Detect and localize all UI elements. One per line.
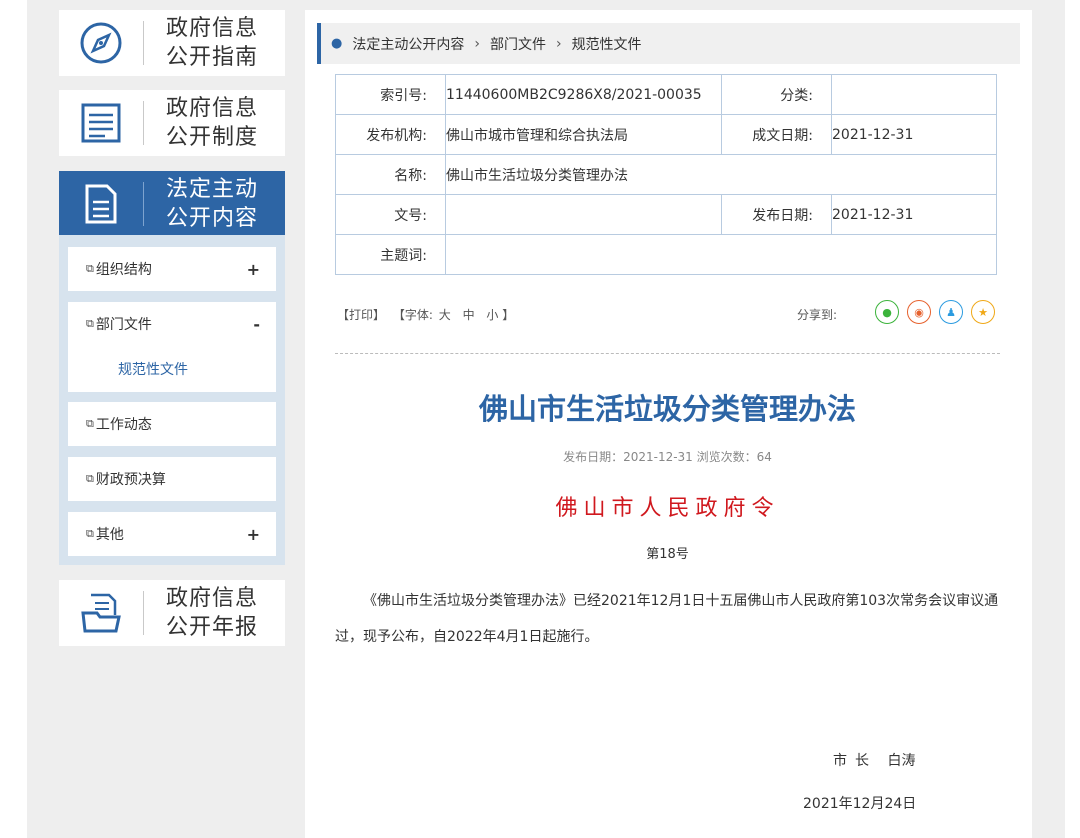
nav-card-statutory[interactable]: 法定主动 公开内容 <box>59 171 285 237</box>
font-size-bracket: 】 <box>502 308 515 322</box>
list-doc-icon <box>59 90 143 156</box>
decree-heading: 佛山市人民政府令 <box>555 496 780 521</box>
document-icon <box>59 171 143 237</box>
nav-card-line2: 公开年报 <box>166 615 259 640</box>
meta-value: 佛山市城市管理和综合执法局 <box>445 114 722 155</box>
meta-value <box>445 234 997 275</box>
meta-value <box>831 74 997 115</box>
meta-label: 分类: <box>721 74 832 115</box>
nav-card-line2: 公开指南 <box>166 45 259 70</box>
meta-label: 索引号: <box>335 74 446 115</box>
breadcrumb: ● 法定主动公开内容 › 部门文件 › 规范性文件 <box>317 23 1020 64</box>
nav-card-policy[interactable]: 政府信息 公开制度 <box>59 90 285 156</box>
article-title: 佛山市生活垃圾分类管理办法 <box>478 392 856 426</box>
submenu-label: 财政预决算 <box>95 472 166 488</box>
meta-label: 名称: <box>335 154 446 195</box>
wechat-icon[interactable]: ● <box>875 300 899 324</box>
font-small-button[interactable]: 小 <box>486 308 498 322</box>
folder-doc-icon <box>59 580 143 646</box>
article-info: 发布日期：2021-12-31 浏览次数：64 <box>563 450 772 464</box>
submenu-label: 工作动态 <box>95 417 152 433</box>
submenu-item-org[interactable]: ⧉ 组织结构 + <box>68 247 276 291</box>
copy-icon: ⧉ <box>86 472 94 485</box>
copy-icon: ⧉ <box>86 527 94 540</box>
meta-label: 主题词: <box>335 234 446 275</box>
meta-value <box>445 194 722 235</box>
nav-card-line2: 公开制度 <box>166 125 259 150</box>
meta-label: 发布日期: <box>721 194 832 235</box>
meta-value: 佛山市生活垃圾分类管理办法 <box>445 154 997 195</box>
article-body: 《佛山市生活垃圾分类管理办法》已经2021年12月1日十五届佛山市人民政府第10… <box>335 593 999 645</box>
signature-block: 市长 白涛 <box>833 750 915 770</box>
decree-number: 第18号 <box>646 547 689 562</box>
expand-icon[interactable]: + <box>247 260 260 279</box>
nav-card-line1: 法定主动 <box>166 177 259 202</box>
meta-label: 文号: <box>335 194 446 235</box>
metadata-table: 索引号: 11440600MB2C9286X8/2021-00035 分类: 发… <box>335 74 997 275</box>
location-pin-icon: ● <box>331 36 343 51</box>
qzone-icon[interactable]: ★ <box>971 300 995 324</box>
meta-value: 11440600MB2C9286X8/2021-00035 <box>445 74 722 115</box>
submenu-item-budget[interactable]: ⧉ 财政预决算 <box>68 457 276 501</box>
main-content: ● 法定主动公开内容 › 部门文件 › 规范性文件 索引号: 11440600M… <box>305 10 1032 838</box>
nav-card-line1: 政府信息 <box>166 96 259 121</box>
nav-card-guide[interactable]: 政府信息 公开指南 <box>59 10 285 76</box>
divider <box>335 353 1000 354</box>
submenu-item-work[interactable]: ⧉ 工作动态 <box>68 402 276 446</box>
meta-label: 成文日期: <box>721 114 832 155</box>
mayor-title: 市长 <box>833 753 877 769</box>
submenu-child-normative[interactable]: 规范性文件 <box>68 346 276 392</box>
nav-card-line1: 政府信息 <box>166 16 259 41</box>
font-large-button[interactable]: 大 <box>439 308 451 322</box>
font-medium-button[interactable]: 中 <box>463 308 475 322</box>
compass-icon <box>59 10 143 76</box>
submenu: ⧉ 组织结构 + ⧉ 部门文件 - 规范性文件 ⧉ 工作动态 ⧉ 财政预决算 ⧉ 其他 + <box>59 235 285 565</box>
collapse-icon[interactable]: - <box>253 315 260 334</box>
share-label: 分享到: <box>796 308 837 322</box>
submenu-item-other[interactable]: ⧉ 其他 + <box>68 512 276 556</box>
submenu-label: 其他 <box>95 527 124 543</box>
expand-icon[interactable]: + <box>247 525 260 544</box>
copy-icon: ⧉ <box>86 417 94 430</box>
mayor-name: 白涛 <box>887 753 916 769</box>
copy-icon: ⧉ <box>86 317 94 330</box>
chevron-right-icon: › <box>555 35 562 52</box>
meta-value: 2021-12-31 <box>831 114 997 155</box>
submenu-label: 部门文件 <box>95 317 152 333</box>
article-toolbar: 【打印】 【字体: 大 中 小 】 分享到: ● ◉ ♟ ★ <box>337 300 997 326</box>
breadcrumb-item[interactable]: 部门文件 <box>490 34 546 54</box>
nav-card-line1: 政府信息 <box>166 586 259 611</box>
chevron-right-icon: › <box>474 35 480 52</box>
meta-value: 2021-12-31 <box>831 194 997 235</box>
meta-label: 发布机构: <box>335 114 446 155</box>
nav-card-annual[interactable]: 政府信息 公开年报 <box>59 580 285 646</box>
breadcrumb-item[interactable]: 规范性文件 <box>572 34 642 54</box>
sign-date: 2021年12月24日 <box>803 796 917 812</box>
submenu-item-dept[interactable]: ⧉ 部门文件 - 规范性文件 <box>68 302 276 392</box>
font-size-label: 【字体: <box>392 308 433 322</box>
weibo-icon[interactable]: ◉ <box>907 300 931 324</box>
nav-card-line2: 公开内容 <box>166 206 259 231</box>
submenu-label: 组织结构 <box>95 262 152 278</box>
qq-icon[interactable]: ♟ <box>939 300 963 324</box>
breadcrumb-item[interactable]: 法定主动公开内容 <box>352 34 464 54</box>
print-button[interactable]: 【打印】 <box>337 308 385 322</box>
copy-icon: ⧉ <box>86 262 94 275</box>
